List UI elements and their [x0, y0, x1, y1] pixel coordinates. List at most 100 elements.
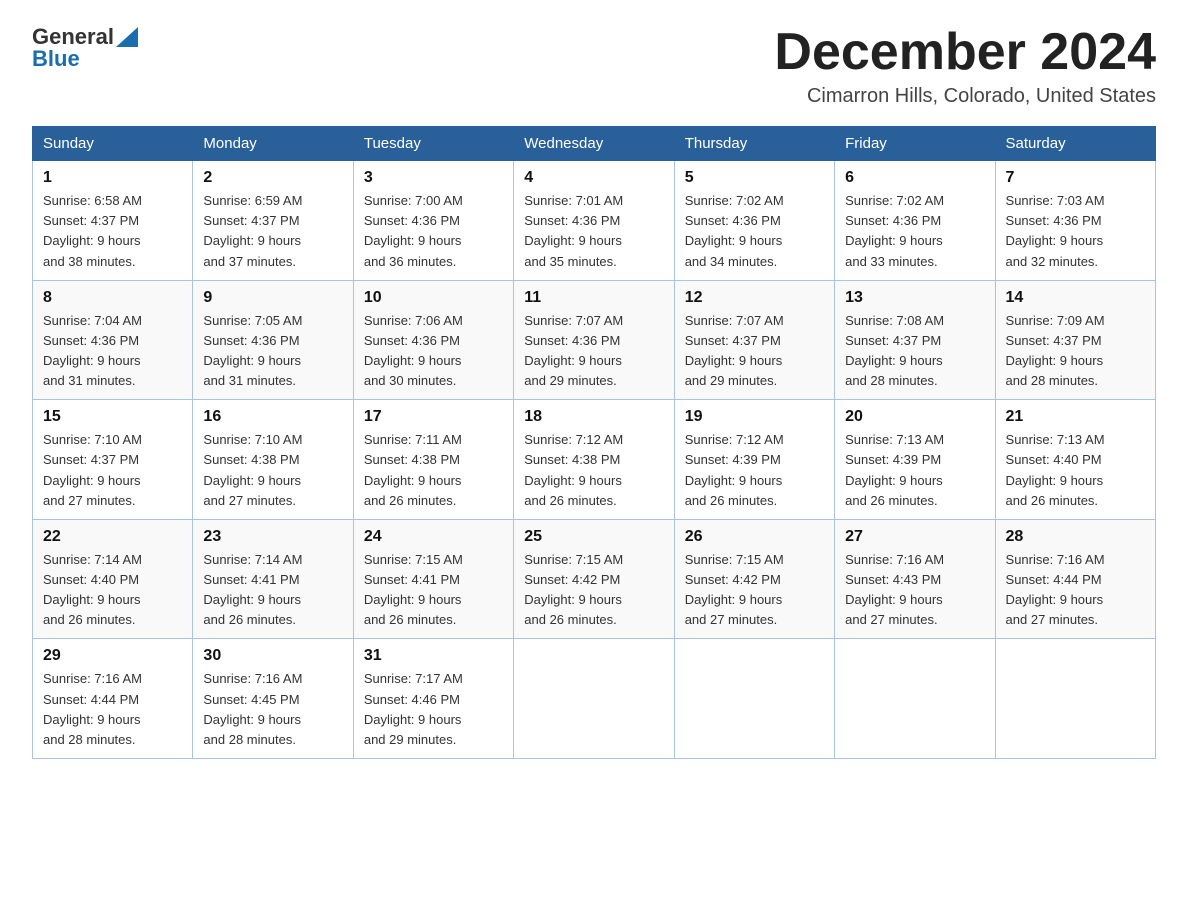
column-header-sunday: Sunday	[33, 127, 193, 161]
calendar-cell: 6 Sunrise: 7:02 AMSunset: 4:36 PMDaylight…	[835, 161, 995, 281]
day-number: 23	[203, 528, 342, 546]
day-number: 26	[685, 528, 824, 546]
day-number: 5	[685, 169, 824, 187]
day-info: Sunrise: 7:15 AMSunset: 4:41 PMDaylight:…	[364, 550, 503, 631]
column-header-friday: Friday	[835, 127, 995, 161]
day-number: 8	[43, 289, 182, 307]
day-number: 30	[203, 647, 342, 665]
calendar-week-row: 22 Sunrise: 7:14 AMSunset: 4:40 PMDayligh…	[33, 519, 1156, 639]
day-number: 12	[685, 289, 824, 307]
day-number: 4	[524, 169, 663, 187]
calendar-cell: 1 Sunrise: 6:58 AMSunset: 4:37 PMDaylight…	[33, 161, 193, 281]
column-header-saturday: Saturday	[995, 127, 1155, 161]
day-number: 15	[43, 408, 182, 426]
day-number: 19	[685, 408, 824, 426]
calendar-cell: 5 Sunrise: 7:02 AMSunset: 4:36 PMDaylight…	[674, 161, 834, 281]
day-info: Sunrise: 7:17 AMSunset: 4:46 PMDaylight:…	[364, 669, 503, 750]
day-info: Sunrise: 7:14 AMSunset: 4:40 PMDaylight:…	[43, 550, 182, 631]
day-info: Sunrise: 7:07 AMSunset: 4:36 PMDaylight:…	[524, 311, 663, 392]
day-number: 16	[203, 408, 342, 426]
calendar-cell: 17Sunrise: 7:11 AMSunset: 4:38 PMDayligh…	[353, 400, 513, 520]
day-number: 18	[524, 408, 663, 426]
calendar-cell: 10 Sunrise: 7:06 AMSunset: 4:36 PMDayligh…	[353, 280, 513, 400]
day-number: 6	[845, 169, 984, 187]
calendar-cell: 13 Sunrise: 7:08 AMSunset: 4:37 PMDayligh…	[835, 280, 995, 400]
day-number: 11	[524, 289, 663, 307]
day-number: 31	[364, 647, 503, 665]
day-number: 17	[364, 408, 503, 426]
calendar-cell: 9 Sunrise: 7:05 AMSunset: 4:36 PMDaylight…	[193, 280, 353, 400]
day-info: Sunrise: 7:10 AMSunset: 4:38 PMDaylight:…	[203, 430, 342, 511]
calendar-week-row: 29Sunrise: 7:16 AMSunset: 4:44 PMDayligh…	[33, 639, 1156, 759]
day-info: Sunrise: 7:13 AMSunset: 4:39 PMDaylight:…	[845, 430, 984, 511]
day-number: 21	[1006, 408, 1145, 426]
calendar-cell: 4Sunrise: 7:01 AMSunset: 4:36 PMDaylight…	[514, 161, 674, 281]
calendar-cell: 28Sunrise: 7:16 AMSunset: 4:44 PMDayligh…	[995, 519, 1155, 639]
day-info: Sunrise: 6:58 AMSunset: 4:37 PMDaylight:…	[43, 191, 182, 272]
calendar-cell: 7 Sunrise: 7:03 AMSunset: 4:36 PMDaylight…	[995, 161, 1155, 281]
calendar-cell: 12Sunrise: 7:07 AMSunset: 4:37 PMDayligh…	[674, 280, 834, 400]
calendar-cell: 27Sunrise: 7:16 AMSunset: 4:43 PMDayligh…	[835, 519, 995, 639]
calendar-cell: 25Sunrise: 7:15 AMSunset: 4:42 PMDayligh…	[514, 519, 674, 639]
column-header-monday: Monday	[193, 127, 353, 161]
day-info: Sunrise: 7:15 AMSunset: 4:42 PMDaylight:…	[685, 550, 824, 631]
day-number: 20	[845, 408, 984, 426]
calendar-week-row: 8 Sunrise: 7:04 AMSunset: 4:36 PMDaylight…	[33, 280, 1156, 400]
calendar-cell: 26 Sunrise: 7:15 AMSunset: 4:42 PMDayligh…	[674, 519, 834, 639]
day-info: Sunrise: 7:06 AMSunset: 4:36 PMDaylight:…	[364, 311, 503, 392]
title-area: December 2024 Cimarron Hills, Colorado, …	[774, 24, 1156, 108]
calendar-cell: 19 Sunrise: 7:12 AMSunset: 4:39 PMDayligh…	[674, 400, 834, 520]
day-info: Sunrise: 7:16 AMSunset: 4:44 PMDaylight:…	[43, 669, 182, 750]
day-number: 9	[203, 289, 342, 307]
day-number: 7	[1006, 169, 1145, 187]
day-info: Sunrise: 7:05 AMSunset: 4:36 PMDaylight:…	[203, 311, 342, 392]
calendar-header-row: SundayMondayTuesdayWednesdayThursdayFrid…	[33, 127, 1156, 161]
day-info: Sunrise: 7:14 AMSunset: 4:41 PMDaylight:…	[203, 550, 342, 631]
day-info: Sunrise: 7:02 AMSunset: 4:36 PMDaylight:…	[845, 191, 984, 272]
day-info: Sunrise: 7:03 AMSunset: 4:36 PMDaylight:…	[1006, 191, 1145, 272]
day-number: 1	[43, 169, 182, 187]
day-info: Sunrise: 7:02 AMSunset: 4:36 PMDaylight:…	[685, 191, 824, 272]
day-info: Sunrise: 7:08 AMSunset: 4:37 PMDaylight:…	[845, 311, 984, 392]
day-info: Sunrise: 7:04 AMSunset: 4:36 PMDaylight:…	[43, 311, 182, 392]
day-number: 25	[524, 528, 663, 546]
logo: General Blue	[32, 24, 138, 72]
day-info: Sunrise: 7:10 AMSunset: 4:37 PMDaylight:…	[43, 430, 182, 511]
calendar-cell: 11 Sunrise: 7:07 AMSunset: 4:36 PMDayligh…	[514, 280, 674, 400]
day-number: 22	[43, 528, 182, 546]
calendar-table: SundayMondayTuesdayWednesdayThursdayFrid…	[32, 126, 1156, 759]
calendar-cell: 14 Sunrise: 7:09 AMSunset: 4:37 PMDayligh…	[995, 280, 1155, 400]
header: General Blue December 2024 Cimarron Hill…	[32, 24, 1156, 108]
day-info: Sunrise: 7:00 AMSunset: 4:36 PMDaylight:…	[364, 191, 503, 272]
day-info: Sunrise: 7:13 AMSunset: 4:40 PMDaylight:…	[1006, 430, 1145, 511]
calendar-cell: 24Sunrise: 7:15 AMSunset: 4:41 PMDayligh…	[353, 519, 513, 639]
calendar-cell: 29Sunrise: 7:16 AMSunset: 4:44 PMDayligh…	[33, 639, 193, 759]
column-header-tuesday: Tuesday	[353, 127, 513, 161]
day-number: 27	[845, 528, 984, 546]
day-number: 14	[1006, 289, 1145, 307]
day-number: 10	[364, 289, 503, 307]
day-info: Sunrise: 7:12 AMSunset: 4:38 PMDaylight:…	[524, 430, 663, 511]
day-info: Sunrise: 7:09 AMSunset: 4:37 PMDaylight:…	[1006, 311, 1145, 392]
calendar-cell: 18 Sunrise: 7:12 AMSunset: 4:38 PMDayligh…	[514, 400, 674, 520]
day-number: 3	[364, 169, 503, 187]
logo-triangle-icon	[116, 27, 138, 47]
logo-blue: Blue	[32, 46, 80, 71]
calendar-cell: 30 Sunrise: 7:16 AMSunset: 4:45 PMDayligh…	[193, 639, 353, 759]
calendar-cell	[995, 639, 1155, 759]
calendar-cell: 16 Sunrise: 7:10 AMSunset: 4:38 PMDayligh…	[193, 400, 353, 520]
day-info: Sunrise: 7:12 AMSunset: 4:39 PMDaylight:…	[685, 430, 824, 511]
calendar-cell: 2 Sunrise: 6:59 AMSunset: 4:37 PMDaylight…	[193, 161, 353, 281]
column-header-thursday: Thursday	[674, 127, 834, 161]
day-number: 28	[1006, 528, 1145, 546]
calendar-week-row: 1 Sunrise: 6:58 AMSunset: 4:37 PMDaylight…	[33, 161, 1156, 281]
day-info: Sunrise: 7:16 AMSunset: 4:45 PMDaylight:…	[203, 669, 342, 750]
calendar-cell	[514, 639, 674, 759]
day-info: Sunrise: 6:59 AMSunset: 4:37 PMDaylight:…	[203, 191, 342, 272]
calendar-cell: 3 Sunrise: 7:00 AMSunset: 4:36 PMDaylight…	[353, 161, 513, 281]
day-number: 13	[845, 289, 984, 307]
day-number: 2	[203, 169, 342, 187]
location-title: Cimarron Hills, Colorado, United States	[774, 85, 1156, 108]
calendar-cell	[674, 639, 834, 759]
calendar-cell: 15 Sunrise: 7:10 AMSunset: 4:37 PMDayligh…	[33, 400, 193, 520]
